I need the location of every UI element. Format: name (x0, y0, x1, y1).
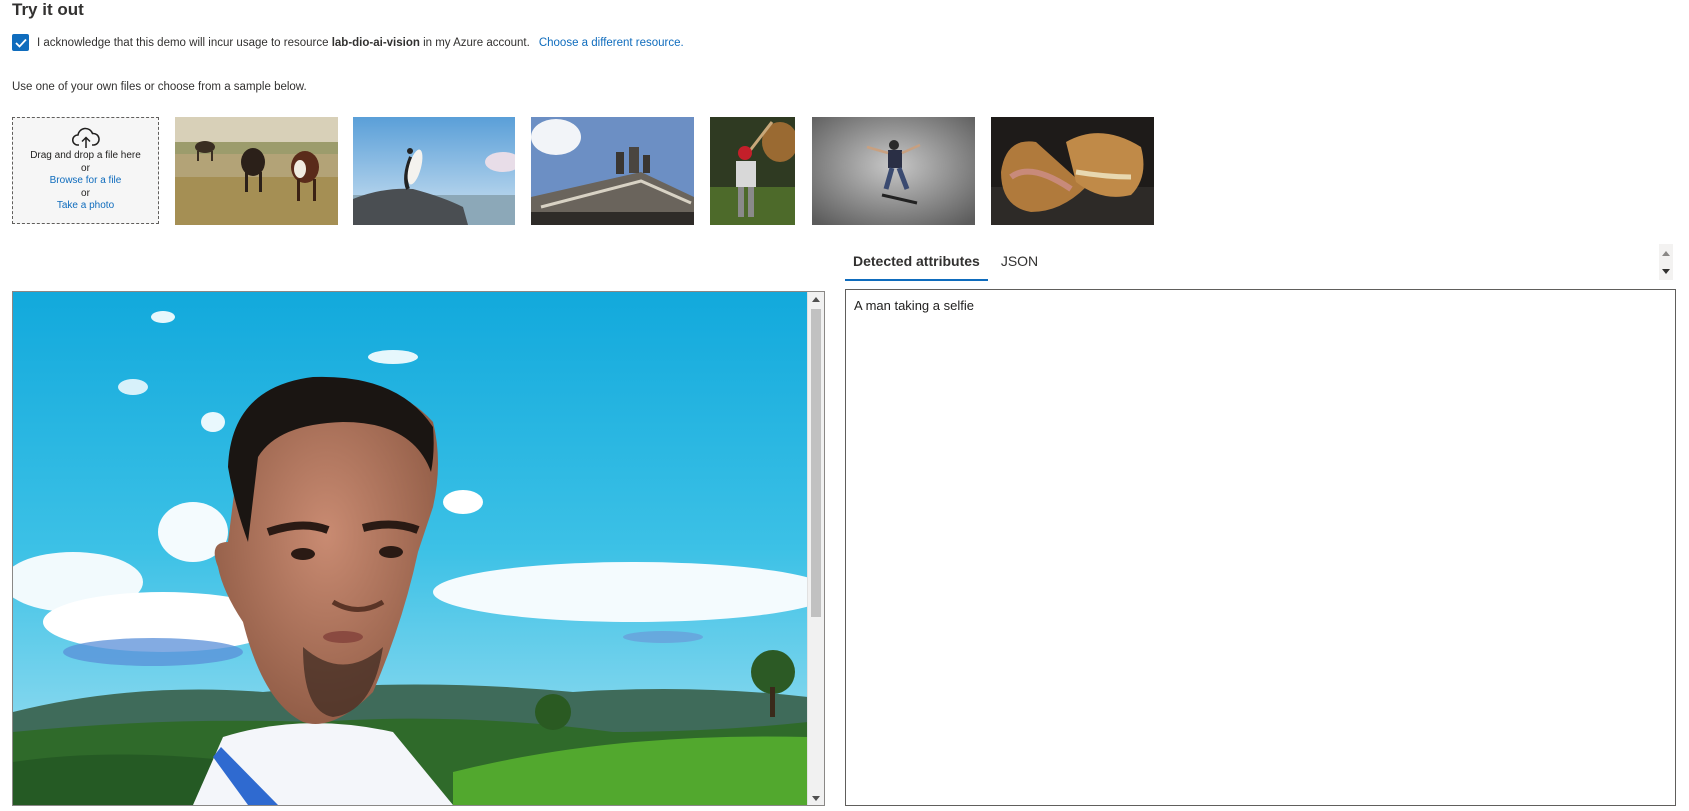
take-photo-link[interactable]: Take a photo (13, 200, 158, 213)
acknowledge-row: I acknowledge that this demo will incur … (12, 34, 684, 51)
acknowledge-text: I acknowledge that this demo will incur … (37, 36, 329, 49)
tab-json[interactable]: JSON (993, 244, 1046, 281)
choose-resource-link[interactable]: Choose a different resource. (539, 37, 684, 49)
detected-attributes-panel: A man taking a selfie (845, 289, 1676, 806)
resource-name: lab-dio-ai-vision (331, 36, 420, 49)
or-label: or (81, 187, 90, 199)
sample-surfer-thumbnail[interactable] (353, 117, 515, 225)
tabs-scrollbar[interactable] (1659, 244, 1673, 280)
page-title: Try it out (12, 0, 84, 19)
selfie-image (13, 292, 808, 805)
cloud-upload-icon (13, 126, 158, 150)
or-label: or (81, 162, 90, 174)
sample-cows-thumbnail[interactable] (175, 117, 338, 225)
analyzed-image-panel (12, 291, 825, 806)
sample-hint: Use one of your own files or choose from… (12, 81, 307, 93)
sample-baseball-thumbnail[interactable] (710, 117, 795, 225)
checkmark-icon (14, 38, 27, 48)
browse-file-link[interactable]: Browse for a file (13, 175, 158, 188)
image-scrollbar[interactable] (807, 292, 824, 805)
drop-label: Drag and drop a file here (30, 150, 141, 161)
scroll-up-icon[interactable] (808, 292, 824, 306)
acknowledge-checkbox[interactable] (12, 34, 29, 51)
scroll-down-icon[interactable] (808, 791, 824, 805)
sample-sandwich-thumbnail[interactable] (991, 117, 1154, 225)
result-tabs: Detected attributes JSON (845, 244, 1051, 281)
tab-detected-attributes[interactable]: Detected attributes (845, 244, 988, 281)
sample-skateboarder-thumbnail[interactable] (812, 117, 975, 225)
caption-text: A man taking a selfie (854, 298, 974, 313)
acknowledge-text-end: in my Azure account. (423, 36, 530, 49)
scroll-up-icon[interactable] (1659, 244, 1673, 262)
scroll-thumb[interactable] (811, 309, 821, 617)
sample-building-thumbnail[interactable] (531, 117, 694, 225)
file-dropzone[interactable]: Drag and drop a file here or Browse for … (12, 117, 159, 224)
scroll-down-icon[interactable] (1659, 262, 1673, 280)
